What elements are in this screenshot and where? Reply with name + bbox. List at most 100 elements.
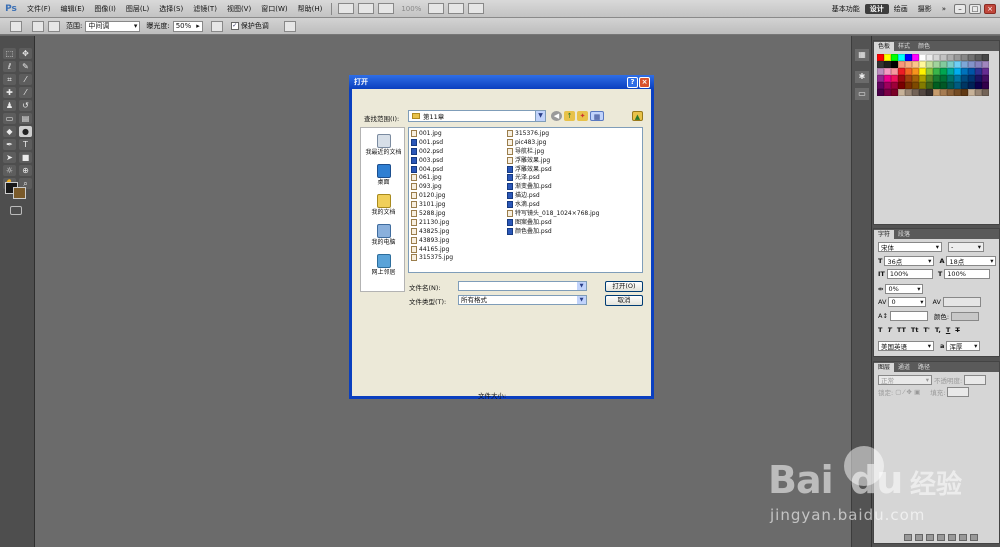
file-item[interactable]: 004.psd	[411, 165, 453, 174]
tab-styles[interactable]: 样式	[894, 42, 914, 51]
background-color-swatch[interactable]	[13, 187, 26, 199]
color-swatch[interactable]	[877, 75, 884, 82]
color-swatch[interactable]	[884, 82, 891, 89]
bridge-icon[interactable]	[338, 3, 355, 14]
tool-preset-icon[interactable]	[10, 20, 22, 32]
file-item[interactable]: 43893.jpg	[411, 236, 453, 245]
protect-tones-checkbox[interactable]: ✓	[230, 22, 239, 30]
file-item[interactable]: 5288.jpg	[411, 209, 453, 218]
workspace-painting[interactable]: 绘画	[889, 4, 913, 14]
color-swatch[interactable]	[919, 61, 926, 68]
color-swatch[interactable]	[926, 75, 933, 82]
color-swatch[interactable]	[954, 89, 961, 96]
preview-icon[interactable]: ▲	[632, 111, 643, 121]
dodge-tool-icon[interactable]: ●	[19, 126, 32, 137]
gradient-tool-icon[interactable]: ▤	[19, 113, 32, 124]
file-item[interactable]: 001.psd	[411, 138, 453, 147]
color-swatch[interactable]	[968, 68, 975, 75]
brush-panel-icon[interactable]	[48, 20, 60, 32]
tracking-input[interactable]	[942, 297, 981, 307]
quick-select-tool-icon[interactable]: ✎	[19, 61, 32, 72]
file-item[interactable]: 3101.jpg	[411, 200, 453, 209]
color-swatch[interactable]	[982, 68, 989, 75]
color-swatch[interactable]	[968, 89, 975, 96]
pressure-icon[interactable]	[283, 20, 296, 32]
file-item[interactable]: 浮雕效果.psd	[507, 165, 599, 174]
swatches-panel-icon[interactable]: ▦	[855, 49, 869, 61]
color-swatch[interactable]	[898, 54, 905, 61]
hand-tool-icon[interactable]	[428, 3, 445, 14]
faux-italic-icon[interactable]: T	[887, 326, 891, 334]
color-swatch[interactable]	[898, 75, 905, 82]
lock-icons[interactable]: ▢ ⁄ ✥ ▣	[895, 388, 920, 396]
menu-layer[interactable]: 图层(L)	[121, 4, 154, 14]
tab-channels[interactable]: 通道	[894, 363, 914, 372]
color-swatch[interactable]	[884, 61, 891, 68]
menu-image[interactable]: 图像(I)	[89, 4, 121, 14]
new-folder-icon[interactable]: ✦	[577, 111, 588, 121]
file-item[interactable]: 浮雕效果.jpg	[507, 156, 599, 165]
color-swatch[interactable]	[954, 54, 961, 61]
font-style-select[interactable]: - ▾	[948, 242, 984, 252]
color-swatch[interactable]	[975, 68, 982, 75]
color-swatch[interactable]	[954, 75, 961, 82]
arrange-documents-icon[interactable]	[448, 3, 465, 14]
color-swatch[interactable]	[933, 75, 940, 82]
tab-swatches[interactable]: 色板	[874, 42, 895, 51]
exposure-input[interactable]: 50% ▸	[172, 20, 203, 32]
workspace-photography[interactable]: 摄影	[913, 4, 937, 14]
menu-edit[interactable]: 编辑(E)	[56, 4, 90, 14]
file-item[interactable]: 颜色叠加.psd	[507, 227, 599, 236]
adjustments-panel-icon[interactable]: ✱	[855, 71, 869, 83]
color-swatch[interactable]	[975, 61, 982, 68]
tab-color[interactable]: 颜色	[914, 42, 934, 51]
color-swatch[interactable]	[905, 54, 912, 61]
color-swatch[interactable]	[961, 75, 968, 82]
tab-paragraph[interactable]: 段落	[894, 230, 914, 239]
color-swatch[interactable]	[961, 54, 968, 61]
color-swatch[interactable]	[933, 61, 940, 68]
color-swatch[interactable]	[926, 82, 933, 89]
color-swatch[interactable]	[898, 61, 905, 68]
menu-help[interactable]: 帮助(H)	[293, 4, 328, 14]
place-my-computer[interactable]: 我的电脑	[361, 224, 406, 246]
color-swatch[interactable]	[947, 54, 954, 61]
strikethrough-icon[interactable]: T	[955, 326, 959, 334]
small-caps-icon[interactable]: Tt	[911, 326, 919, 334]
file-item[interactable]: 特写镜头_018_1024×768.jpg	[507, 209, 599, 218]
color-swatch[interactable]	[877, 68, 884, 75]
color-swatch[interactable]	[919, 54, 926, 61]
color-swatch[interactable]	[975, 89, 982, 96]
close-dialog-button[interactable]: ×	[639, 77, 650, 88]
view-menu-icon[interactable]: ▦	[590, 111, 604, 121]
color-swatch[interactable]	[898, 82, 905, 89]
color-swatch[interactable]	[877, 89, 884, 96]
color-swatch[interactable]	[982, 75, 989, 82]
range-select[interactable]: 中间调 ▾	[85, 20, 141, 32]
color-swatch[interactable]	[961, 61, 968, 68]
leading-input[interactable]: 18点 ▾	[946, 256, 997, 266]
color-swatch[interactable]	[912, 75, 919, 82]
pen-tool-icon[interactable]: ✒	[3, 139, 16, 150]
color-swatch[interactable]	[947, 68, 954, 75]
screen-mode-icon[interactable]	[468, 3, 485, 14]
eyedropper-tool-icon[interactable]: ⁄	[19, 74, 32, 85]
tab-character[interactable]: 字符	[874, 230, 895, 239]
subscript-icon[interactable]: T,	[935, 326, 941, 334]
minibridge-icon[interactable]	[358, 3, 375, 14]
opacity-input[interactable]	[964, 375, 987, 385]
color-swatch[interactable]	[947, 75, 954, 82]
color-swatch[interactable]	[884, 89, 891, 96]
color-swatch[interactable]	[982, 89, 989, 96]
color-swatch[interactable]	[954, 61, 961, 68]
language-select[interactable]: 美国英语 ▾	[878, 341, 934, 351]
cancel-button[interactable]: 取消	[605, 295, 643, 306]
color-swatch[interactable]	[940, 68, 947, 75]
color-swatch[interactable]	[975, 54, 982, 61]
text-color-swatch[interactable]	[951, 311, 980, 321]
menu-window[interactable]: 窗口(W)	[256, 4, 292, 14]
baseline-shift-input[interactable]	[889, 311, 928, 321]
color-swatch[interactable]	[926, 54, 933, 61]
lasso-tool-icon[interactable]: ℓ	[3, 61, 16, 72]
color-swatch[interactable]	[968, 75, 975, 82]
